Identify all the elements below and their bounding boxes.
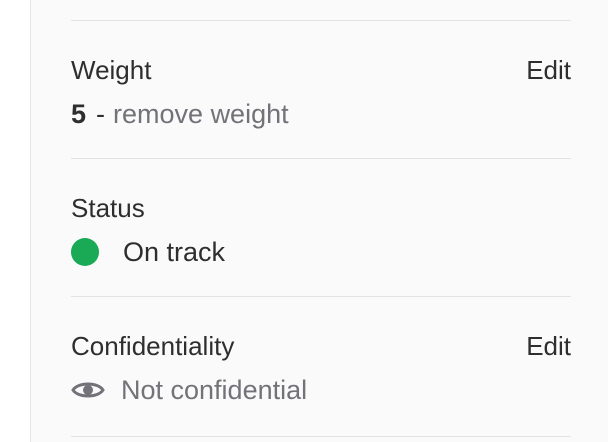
- remove-weight-link[interactable]: remove weight: [113, 98, 289, 130]
- divider: [71, 436, 571, 437]
- weight-value: 5: [71, 99, 87, 129]
- confidentiality-value-row: Not confidential: [71, 374, 307, 406]
- weight-header: Weight Edit: [71, 54, 571, 86]
- divider: [71, 20, 571, 21]
- status-title: Status: [71, 193, 145, 223]
- divider: [71, 158, 571, 159]
- weight-separator: -: [96, 99, 106, 129]
- confidentiality-edit-button[interactable]: Edit: [526, 330, 571, 362]
- weight-title: Weight: [71, 55, 152, 85]
- confidentiality-section: Confidentiality Edit Not confidential: [71, 330, 571, 440]
- confidentiality-value: Not confidential: [121, 375, 308, 405]
- eye-icon: [71, 382, 105, 398]
- status-value: On track: [123, 237, 226, 267]
- status-header: Status: [71, 192, 571, 224]
- status-dot-icon: [71, 238, 99, 266]
- divider: [71, 296, 571, 297]
- confidentiality-title: Confidentiality: [71, 331, 235, 361]
- status-section: Status On track: [71, 192, 571, 302]
- page: Weight Edit 5 - remove weight Status On …: [0, 0, 608, 442]
- confidentiality-header: Confidentiality Edit: [71, 330, 571, 362]
- weight-section: Weight Edit 5 - remove weight: [71, 54, 571, 164]
- weight-value-row: 5 - remove weight: [71, 98, 289, 130]
- status-value-row: On track: [71, 236, 225, 268]
- right-sidebar: Weight Edit 5 - remove weight Status On …: [30, 0, 608, 442]
- weight-edit-button[interactable]: Edit: [526, 54, 571, 86]
